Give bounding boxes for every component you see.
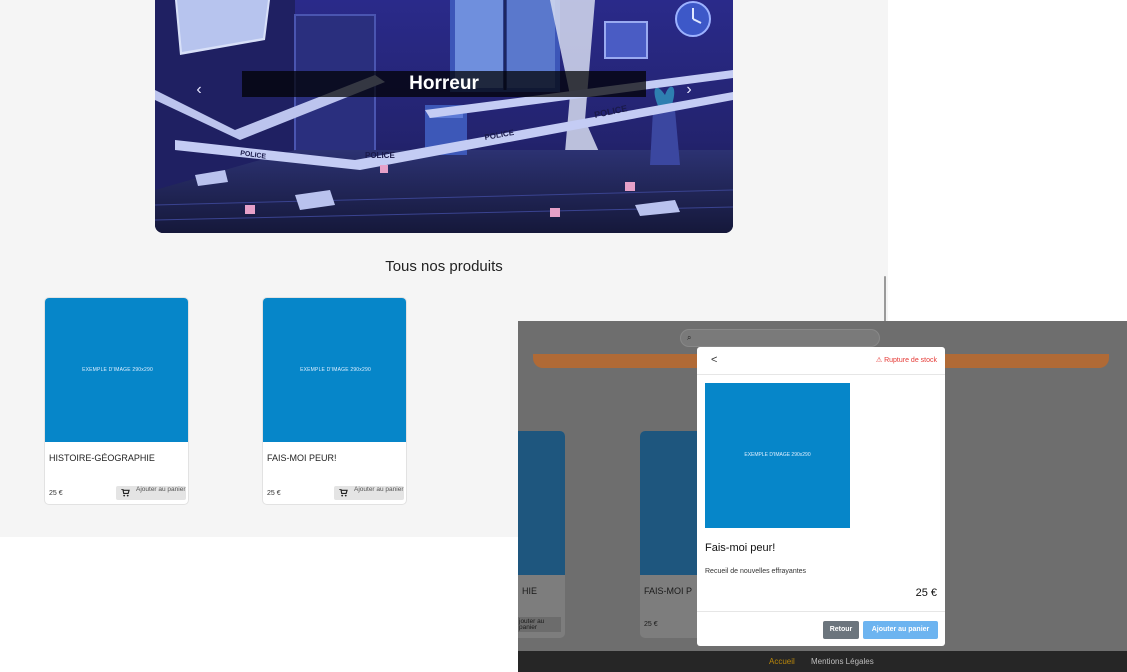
footer-legal-link[interactable]: Mentions Légales	[811, 657, 874, 666]
search-icon: ⌕	[687, 333, 692, 342]
retour-button[interactable]: Retour	[823, 621, 859, 639]
dimmed-product-name: HIE	[522, 586, 538, 596]
footer: Accueil Mentions Légales	[518, 651, 1127, 672]
products-heading: Tous nos produits	[385, 258, 503, 275]
add-to-cart-label: Ajouter au panier	[136, 486, 186, 493]
product-price: 25 €	[49, 490, 63, 497]
category-carousel[interactable]: POLICE POLICE POLICE POLICE Horreur ‹ ›	[155, 0, 733, 233]
product-image[interactable]: EXEMPLE D'IMAGE 290x290	[263, 298, 406, 442]
dimmed-product-image	[518, 431, 565, 575]
modal-product-image: EXEMPLE D'IMAGE 290x290	[705, 383, 850, 528]
tape-text: POLICE	[365, 151, 395, 160]
product-detail-modal: < ⚠ Rupture de stock EXEMPLE D'IMAGE 290…	[697, 347, 945, 646]
add-to-cart-button[interactable]: Ajouter au panier	[116, 486, 186, 500]
blank-area	[888, 0, 1127, 321]
product-modal-screenshot: ⌕ HIE jouter au panier FAIS-MOI P 25 € A…	[518, 321, 1127, 672]
modal-divider	[697, 611, 945, 612]
carousel-caption: Horreur	[242, 71, 646, 97]
modal-product-description: Recueil de nouvelles effrayantes	[705, 568, 807, 575]
search-input[interactable]: ⌕	[680, 329, 880, 347]
product-card[interactable]: EXEMPLE D'IMAGE 290x290 HISTOIRE-GÉOGRAP…	[44, 297, 189, 505]
product-price: 25 €	[267, 490, 281, 497]
cart-icon	[121, 489, 130, 497]
add-to-cart-button[interactable]: Ajouter au panier	[334, 486, 404, 500]
product-image[interactable]: EXEMPLE D'IMAGE 290x290	[45, 298, 188, 442]
modal-product-title: Fais-moi peur!	[705, 542, 776, 554]
dimmed-product-price: 25 €	[644, 621, 658, 628]
carousel-next-icon[interactable]: ›	[679, 80, 699, 100]
carousel-image: POLICE POLICE POLICE POLICE	[155, 0, 733, 233]
product-name: HISTOIRE-GÉOGRAPHIE	[49, 453, 155, 463]
screenshot-root: POLICE POLICE POLICE POLICE Horreur ‹ › …	[0, 0, 1127, 672]
dimmed-add-button: jouter au panier	[518, 617, 561, 632]
page-scrollbar[interactable]	[884, 276, 886, 324]
add-to-cart-label: Ajouter au panier	[354, 486, 404, 493]
dimmed-product-card: HIE jouter au panier	[518, 431, 565, 638]
carousel-prev-icon[interactable]: ‹	[189, 80, 209, 100]
modal-product-price: 25 €	[915, 587, 937, 599]
back-icon[interactable]: <	[711, 354, 717, 366]
product-name: FAIS-MOI PEUR!	[267, 453, 337, 463]
footer-home-link[interactable]: Accueil	[769, 657, 795, 666]
dimmed-product-name: FAIS-MOI P	[644, 586, 693, 596]
modal-divider	[697, 374, 945, 375]
out-of-stock-badge: ⚠ Rupture de stock	[875, 357, 937, 364]
cart-icon	[339, 489, 348, 497]
modal-add-to-cart-button[interactable]: Ajouter au panier	[863, 621, 938, 639]
product-card[interactable]: EXEMPLE D'IMAGE 290x290 FAIS-MOI PEUR! 2…	[262, 297, 407, 505]
